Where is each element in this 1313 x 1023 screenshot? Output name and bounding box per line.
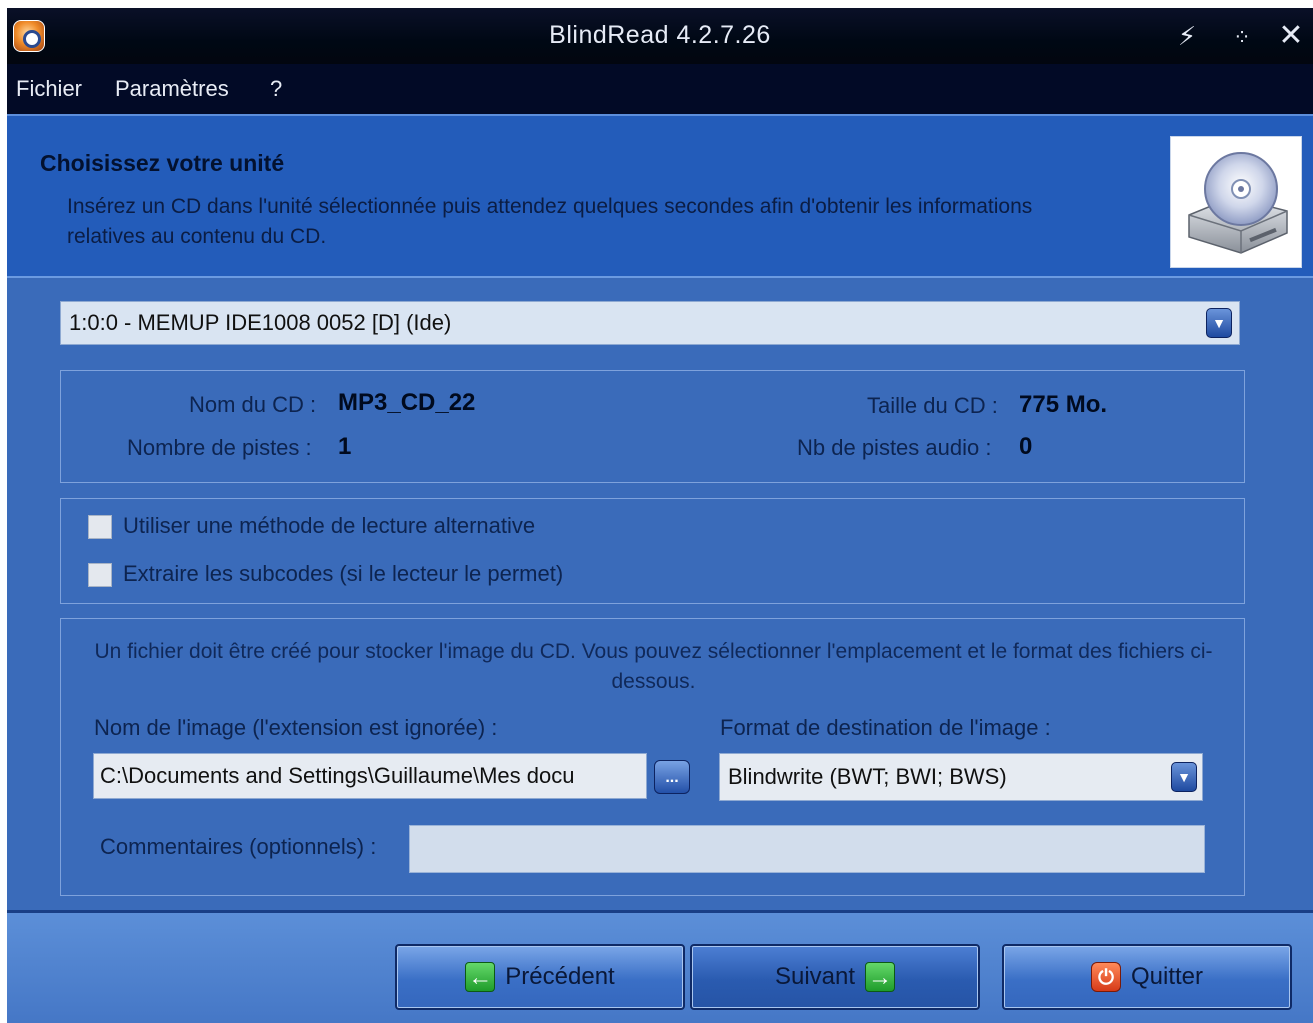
image-name-label: Nom de l'image (l'extension est ignorée)…	[94, 715, 498, 740]
format-select-value: Blindwrite (BWT; BWI; BWS)	[728, 764, 1007, 789]
shade-icon[interactable]: ⚡	[1169, 18, 1205, 54]
comments-label: Commentaires (optionnels) :	[100, 834, 377, 859]
minimize-icon[interactable]: ·:·	[1223, 18, 1259, 54]
format-label: Format de destination de l'image :	[720, 715, 1051, 740]
image-file-group: Un fichier doit être créé pour stocker l…	[60, 618, 1245, 896]
previous-button-label: Précédent	[505, 963, 615, 990]
cd-name-label: Nom du CD :	[189, 392, 317, 417]
button-bar: ← Précédent Suivant → ⏻ Quitter	[7, 910, 1313, 1023]
previous-button[interactable]: ← Précédent	[395, 944, 685, 1010]
quit-button[interactable]: ⏻ Quitter	[1002, 944, 1292, 1010]
image-path-input[interactable]: C:\Documents and Settings\Guillaume\Mes …	[93, 753, 647, 799]
chevron-down-icon[interactable]: ▼	[1206, 308, 1232, 338]
audio-track-count-label: Nb de pistes audio :	[797, 435, 992, 460]
power-icon: ⏻	[1090, 962, 1121, 992]
comments-input[interactable]	[409, 825, 1205, 873]
drive-select-value: 1:0:0 - MEMUP IDE1008 0052 [D] (Ide)	[69, 310, 452, 335]
arrow-right-icon: →	[865, 962, 896, 992]
cd-drive-icon	[1170, 136, 1302, 268]
blindread-window: BlindRead 4.2.7.26 ⚡ ·:· ✕ Fichier Param…	[7, 8, 1313, 1023]
cd-info-group: Nom du CD : MP3_CD_22 Nombre de pistes :…	[60, 370, 1245, 483]
window-title: BlindRead 4.2.7.26	[549, 21, 771, 49]
drive-select[interactable]: 1:0:0 - MEMUP IDE1008 0052 [D] (Ide) ▼	[60, 301, 1240, 345]
step-header: Choisissez votre unité Insérez un CD dan…	[7, 114, 1313, 278]
main-panel: 1:0:0 - MEMUP IDE1008 0052 [D] (Ide) ▼ N…	[7, 280, 1313, 910]
step-title: Choisissez votre unité	[40, 150, 285, 176]
title-bar[interactable]: BlindRead 4.2.7.26 ⚡ ·:· ✕	[7, 8, 1313, 64]
track-count-value: 1	[338, 433, 352, 460]
subcodes-label[interactable]: Extraire les subcodes (si le lecteur le …	[123, 561, 563, 587]
arrow-left-icon: ←	[465, 962, 496, 992]
alt-read-checkbox[interactable]	[88, 515, 112, 539]
menu-bar: Fichier Paramètres ?	[7, 64, 1313, 114]
next-button-label: Suivant	[774, 963, 856, 990]
format-select[interactable]: Blindwrite (BWT; BWI; BWS) ▼	[719, 753, 1203, 801]
alt-read-label[interactable]: Utiliser une méthode de lecture alternat…	[123, 513, 535, 539]
menu-parametres[interactable]: Paramètres	[115, 76, 229, 102]
browse-button[interactable]: ...	[654, 760, 690, 794]
cd-size-label: Taille du CD :	[867, 393, 998, 418]
close-icon[interactable]: ✕	[1273, 18, 1309, 54]
audio-track-count-value: 0	[1019, 433, 1033, 460]
track-count-label: Nombre de pistes :	[127, 435, 312, 460]
read-options-group: Utiliser une méthode de lecture alternat…	[60, 498, 1245, 604]
next-button[interactable]: Suivant →	[690, 944, 980, 1010]
step-description: Insérez un CD dans l'unité sélectionnée …	[67, 195, 1033, 248]
menu-help[interactable]: ?	[270, 76, 282, 102]
menu-fichier[interactable]: Fichier	[16, 76, 82, 102]
cd-size-value: 775 Mo.	[1019, 391, 1108, 418]
chevron-down-icon[interactable]: ▼	[1171, 762, 1197, 792]
cd-name-value: MP3_CD_22	[338, 389, 476, 416]
quit-button-label: Quitter	[1130, 963, 1204, 990]
subcodes-checkbox[interactable]	[88, 563, 112, 587]
image-file-description: Un fichier doit être créé pour stocker l…	[94, 640, 1213, 693]
